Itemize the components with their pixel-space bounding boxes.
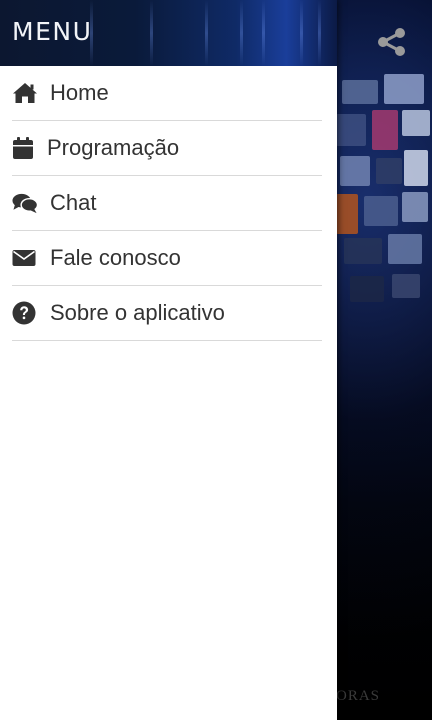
video-wall-image [336,66,432,316]
menu-item-chat[interactable]: Chat [12,176,322,231]
chat-icon [12,190,38,216]
share-button[interactable] [372,22,412,62]
home-icon [12,80,38,106]
envelope-icon [12,245,38,271]
menu-item-fale-conosco[interactable]: Fale conosco [12,231,322,286]
drawer-title: MENU [12,17,93,46]
menu-list: Home Programação Chat Fale conosco Sobre… [0,66,337,341]
menu-item-label: Chat [50,190,97,215]
brand-text-fragment: ORAS [336,688,381,704]
menu-item-home[interactable]: Home [12,66,322,121]
question-circle-icon [12,300,38,326]
navigation-drawer: MENU Home Programação Chat Fale conosco … [0,0,337,720]
share-icon[interactable] [376,26,408,58]
menu-item-label: Fale conosco [50,245,181,270]
menu-item-programacao[interactable]: Programação [12,121,322,176]
calendar-icon [12,135,38,161]
menu-item-sobre[interactable]: Sobre o aplicativo [12,286,322,341]
menu-item-label: Sobre o aplicativo [50,300,225,325]
menu-item-label: Home [50,80,109,105]
drawer-header: MENU [0,0,337,66]
menu-item-label: Programação [47,135,180,160]
